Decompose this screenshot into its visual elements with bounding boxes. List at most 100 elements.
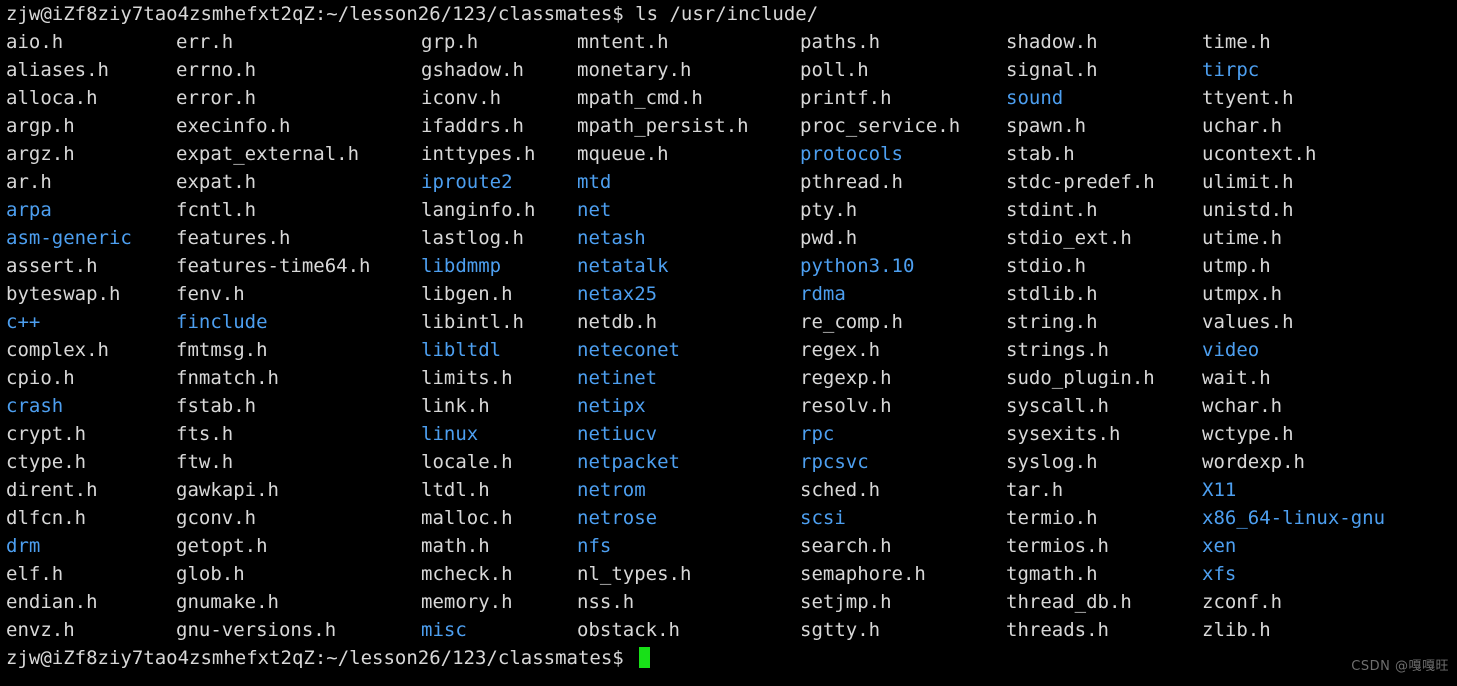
listing-file: stdio.h xyxy=(1006,255,1087,277)
listing-file: getopt.h xyxy=(176,535,268,557)
listing-file: ucontext.h xyxy=(1202,143,1317,165)
listing-row: asm-generic features.h lastlog.h netash pwd.… xyxy=(0,224,1457,252)
listing-directory: protocols xyxy=(800,143,903,165)
listing-file: semaphore.h xyxy=(800,563,926,585)
listing-file: nl_types.h xyxy=(577,563,692,585)
listing-file: sched.h xyxy=(800,479,881,501)
listing-file: mntent.h xyxy=(577,31,669,53)
listing-file: expat.h xyxy=(176,171,257,193)
listing-file: argp.h xyxy=(6,115,75,137)
listing-directory: rdma xyxy=(800,283,846,305)
listing-file: search.h xyxy=(800,535,892,557)
listing-file: lastlog.h xyxy=(421,227,524,249)
listing-file: printf.h xyxy=(800,87,892,109)
listing-file: mqueue.h xyxy=(577,143,669,165)
listing-file: argz.h xyxy=(6,143,75,165)
directory-listing: aio.h err.h grp.h mntent.h paths.h shadow.h ti… xyxy=(0,28,1457,644)
listing-file: syslog.h xyxy=(1006,451,1098,473)
listing-file: assert.h xyxy=(6,255,98,277)
listing-file: zconf.h xyxy=(1202,591,1283,613)
listing-file: error.h xyxy=(176,87,257,109)
listing-file: mpath_cmd.h xyxy=(577,87,703,109)
listing-directory: drm xyxy=(6,535,41,557)
listing-row: endian.h gnumake.h memory.h nss.h setjmp.h th… xyxy=(0,588,1457,616)
listing-row: complex.h fmtmsg.h libltdl neteconet regex.h… xyxy=(0,336,1457,364)
listing-file: features.h xyxy=(176,227,291,249)
listing-file: ulimit.h xyxy=(1202,171,1294,193)
listing-file: spawn.h xyxy=(1006,115,1087,137)
listing-file: fmtmsg.h xyxy=(176,339,268,361)
listing-directory: c++ xyxy=(6,311,41,333)
listing-directory: netax25 xyxy=(577,283,658,305)
listing-directory: asm-generic xyxy=(6,227,132,249)
listing-file: stab.h xyxy=(1006,143,1075,165)
listing-directory: libdmmp xyxy=(421,255,502,277)
prompt-text: zjw@iZf8ziy7tao4zsmhefxt2qZ:~/lesson26/1… xyxy=(6,647,636,669)
listing-file: aio.h xyxy=(6,31,64,53)
listing-file: signal.h xyxy=(1006,59,1098,81)
listing-file: thread_db.h xyxy=(1006,591,1132,613)
listing-row: ctype.h ftw.h locale.h netpacket rpcsvc syslo… xyxy=(0,448,1457,476)
listing-directory: netatalk xyxy=(577,255,669,277)
listing-file: monetary.h xyxy=(577,59,692,81)
listing-file: locale.h xyxy=(421,451,513,473)
listing-file: resolv.h xyxy=(800,395,892,417)
listing-file: ar.h xyxy=(6,171,52,193)
listing-file: stdc-predef.h xyxy=(1006,171,1155,193)
listing-file: execinfo.h xyxy=(176,115,291,137)
listing-directory: libltdl xyxy=(421,339,502,361)
listing-row: cpio.h fnmatch.h limits.h netinet regexp.h su… xyxy=(0,364,1457,392)
listing-file: fstab.h xyxy=(176,395,257,417)
listing-file: glob.h xyxy=(176,563,245,585)
current-prompt-line[interactable]: zjw@iZf8ziy7tao4zsmhefxt2qZ:~/lesson26/1… xyxy=(0,644,1457,672)
listing-file: regexp.h xyxy=(800,367,892,389)
prompt-text: zjw@iZf8ziy7tao4zsmhefxt2qZ:~/lesson26/1… xyxy=(6,3,819,25)
listing-file: tar.h xyxy=(1006,479,1064,501)
listing-file: syscall.h xyxy=(1006,395,1109,417)
listing-file: stdio_ext.h xyxy=(1006,227,1132,249)
listing-file: sgtty.h xyxy=(800,619,881,641)
listing-file: errno.h xyxy=(176,59,257,81)
listing-file: sudo_plugin.h xyxy=(1006,367,1155,389)
listing-file: cpio.h xyxy=(6,367,75,389)
listing-file: wordexp.h xyxy=(1202,451,1305,473)
listing-file: ttyent.h xyxy=(1202,87,1294,109)
listing-file: obstack.h xyxy=(577,619,680,641)
listing-file: pwd.h xyxy=(800,227,858,249)
listing-file: sysexits.h xyxy=(1006,423,1121,445)
listing-row: byteswap.h fenv.h libgen.h netax25 rdma stdli… xyxy=(0,280,1457,308)
listing-directory: netrom xyxy=(577,479,646,501)
listing-file: fcntl.h xyxy=(176,199,257,221)
listing-file: err.h xyxy=(176,31,234,53)
listing-directory: scsi xyxy=(800,507,846,529)
listing-row: dlfcn.h gconv.h malloc.h netrose scsi termio.… xyxy=(0,504,1457,532)
listing-row: crypt.h fts.h linux netiucv rpc sysexits.h wct… xyxy=(0,420,1457,448)
listing-directory: netinet xyxy=(577,367,658,389)
listing-file: features-time64.h xyxy=(176,255,371,277)
listing-file: gshadow.h xyxy=(421,59,524,81)
listing-directory: sound xyxy=(1006,87,1064,109)
listing-row: alloca.h error.h iconv.h mpath_cmd.h printf.… xyxy=(0,84,1457,112)
listing-file: proc_service.h xyxy=(800,115,961,137)
listing-file: crypt.h xyxy=(6,423,87,445)
listing-file: ftw.h xyxy=(176,451,234,473)
listing-directory: neteconet xyxy=(577,339,680,361)
listing-file: setjmp.h xyxy=(800,591,892,613)
listing-file: fenv.h xyxy=(176,283,245,305)
listing-file: envz.h xyxy=(6,619,75,641)
listing-directory: xen xyxy=(1202,535,1237,557)
listing-row: assert.h features-time64.h libdmmp netatalk… xyxy=(0,252,1457,280)
watermark: CSDN @嘎嘎旺 xyxy=(1351,659,1449,674)
listing-file: aliases.h xyxy=(6,59,109,81)
listing-file: time.h xyxy=(1202,31,1271,53)
listing-file: byteswap.h xyxy=(6,283,121,305)
listing-directory: rpc xyxy=(800,423,835,445)
terminal-window[interactable]: zjw@iZf8ziy7tao4zsmhefxt2qZ:~/lesson26/1… xyxy=(0,0,1457,686)
listing-file: wchar.h xyxy=(1202,395,1283,417)
listing-file: strings.h xyxy=(1006,339,1109,361)
listing-file: uchar.h xyxy=(1202,115,1283,137)
listing-file: ifaddrs.h xyxy=(421,115,524,137)
listing-file: alloca.h xyxy=(6,87,98,109)
listing-file: fnmatch.h xyxy=(176,367,279,389)
listing-file: elf.h xyxy=(6,563,64,585)
